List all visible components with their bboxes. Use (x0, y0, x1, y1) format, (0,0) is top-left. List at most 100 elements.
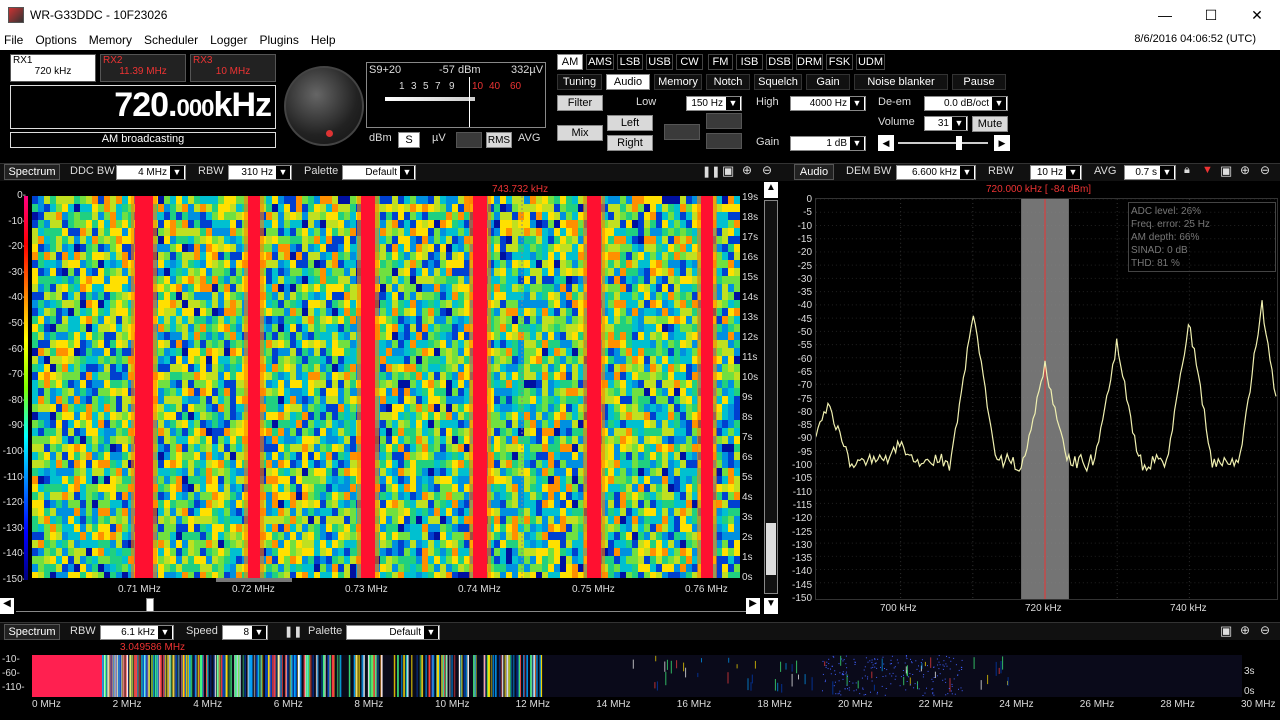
waterfall-cell (506, 236, 512, 244)
waterfall-cell (158, 404, 164, 412)
waterfall-cell (266, 268, 272, 276)
waterfall-cell (410, 444, 416, 452)
meter-blank-button[interactable] (456, 132, 482, 148)
slider-right-arrow[interactable]: ▶ (994, 135, 1010, 151)
high-cut-dropdown[interactable]: 4000 Hz (790, 96, 866, 111)
audio-aux-button-3[interactable] (706, 133, 742, 149)
waterfall-cell (548, 460, 554, 468)
waterfall-cell (50, 252, 56, 260)
waterfall-cell (212, 468, 218, 476)
waterfall-cell (50, 412, 56, 420)
rx2-tab[interactable]: RX2 11.39 MHz (100, 54, 186, 82)
waterfall-cell (554, 452, 560, 460)
waterfall-cell (500, 252, 506, 260)
waterfall-cell (518, 300, 524, 308)
pause-icon[interactable]: ❚❚ (702, 165, 720, 178)
waterfall-cell (158, 460, 164, 468)
gain-dropdown[interactable]: 1 dB (790, 136, 866, 151)
slider-left-arrow[interactable]: ◀ (878, 135, 894, 151)
waterfall-cell (452, 292, 458, 300)
right-button[interactable]: Right (607, 135, 653, 151)
zoom-in-icon[interactable]: ⊕ (742, 163, 752, 177)
rbw-dropdown[interactable]: 310 Hz (228, 165, 292, 180)
waterfall-cell (452, 364, 458, 372)
avg-detector[interactable]: AVG (518, 132, 540, 144)
tuning-knob[interactable] (284, 66, 364, 146)
save-icon[interactable]: ▣ (722, 163, 734, 179)
frequency-display[interactable]: 720.000kHz (10, 85, 276, 129)
waterfall-cell (98, 484, 104, 492)
left-button[interactable]: Left (607, 115, 653, 131)
waterfall-cell (614, 460, 620, 468)
minimize-button[interactable]: — (1142, 0, 1188, 30)
waterfall-cell (230, 412, 236, 420)
slider-thumb[interactable] (956, 136, 962, 150)
menu-memory[interactable]: Memory (83, 33, 138, 47)
waterfall-cell (290, 508, 296, 516)
waterfall-cell (518, 516, 524, 524)
spectrum-label[interactable]: Spectrum (4, 164, 60, 180)
waterfall-cell (188, 196, 194, 204)
menu-scheduler[interactable]: Scheduler (138, 33, 204, 47)
waterfall-cell (272, 316, 278, 324)
waterfall-cell (380, 452, 386, 460)
waterfall-cell (200, 524, 206, 532)
meter-dbm: -57 dBm (439, 64, 481, 76)
waterfall-cell (512, 404, 518, 412)
waterfall-cell (530, 396, 536, 404)
ddcbw-dropdown[interactable]: 4 MHz (116, 165, 186, 180)
waterfall-cell (398, 324, 404, 332)
volume-dropdown[interactable]: 31 (924, 116, 968, 131)
audio-aux-button-1[interactable] (664, 124, 700, 140)
filter-button[interactable]: Filter (557, 95, 603, 111)
waterfall-cell (728, 252, 734, 260)
waterfall-cell (560, 396, 566, 404)
mix-button[interactable]: Mix (557, 125, 603, 141)
waterfall-cell (326, 340, 332, 348)
waterfall-cell (62, 348, 68, 356)
waterfall-cell (122, 300, 128, 308)
menu-file[interactable]: File (0, 33, 29, 47)
waterfall-cell (656, 300, 662, 308)
waterfall-cell (608, 420, 614, 428)
waterfall-cell (206, 460, 212, 468)
waterfall-display[interactable] (32, 196, 740, 578)
waterfall-cell (620, 292, 626, 300)
volume-slider[interactable]: ◀ ▶ (878, 135, 1010, 151)
waterfall-cell (200, 332, 206, 340)
rms-button[interactable]: RMS (486, 132, 512, 148)
menu-help[interactable]: Help (305, 33, 342, 47)
unit-uv[interactable]: µV (432, 132, 446, 144)
waterfall-cell (296, 500, 302, 508)
waterfall-cell (722, 388, 728, 396)
palette-dropdown[interactable]: Default (342, 165, 416, 180)
waterfall-cell (326, 412, 332, 420)
audio-aux-button-2[interactable] (706, 113, 742, 129)
menu-logger[interactable]: Logger (204, 33, 253, 47)
waterfall-cell (164, 412, 170, 420)
waterfall-cell (176, 524, 182, 532)
waterfall-cell (686, 388, 692, 396)
waterfall-cell (338, 212, 344, 220)
menu-options[interactable]: Options (29, 33, 82, 47)
mute-button[interactable]: Mute (972, 116, 1008, 132)
low-cut-dropdown[interactable]: 150 Hz (686, 96, 742, 111)
close-button[interactable]: ✕ (1234, 0, 1280, 30)
waterfall-cell (38, 300, 44, 308)
waterfall-cell (548, 236, 554, 244)
waterfall-cell (404, 500, 410, 508)
maximize-button[interactable]: ☐ (1188, 0, 1234, 30)
waterfall-cell (500, 380, 506, 388)
rx1-tab[interactable]: RX1 720 kHz (10, 54, 96, 82)
waterfall-cell (290, 300, 296, 308)
unit-dbm[interactable]: dBm (369, 132, 392, 144)
menu-plugins[interactable]: Plugins (253, 33, 304, 47)
waterfall-cell (266, 316, 272, 324)
zoom-out-icon[interactable]: ⊖ (762, 163, 772, 177)
unit-s-button[interactable]: S (398, 132, 420, 148)
waterfall-cell (608, 364, 614, 372)
waterfall-cell (170, 396, 176, 404)
deemphasis-dropdown[interactable]: 0.0 dB/oct (924, 96, 1008, 111)
waterfall-cell (80, 284, 86, 292)
rx3-tab[interactable]: RX3 10 MHz (190, 54, 276, 82)
